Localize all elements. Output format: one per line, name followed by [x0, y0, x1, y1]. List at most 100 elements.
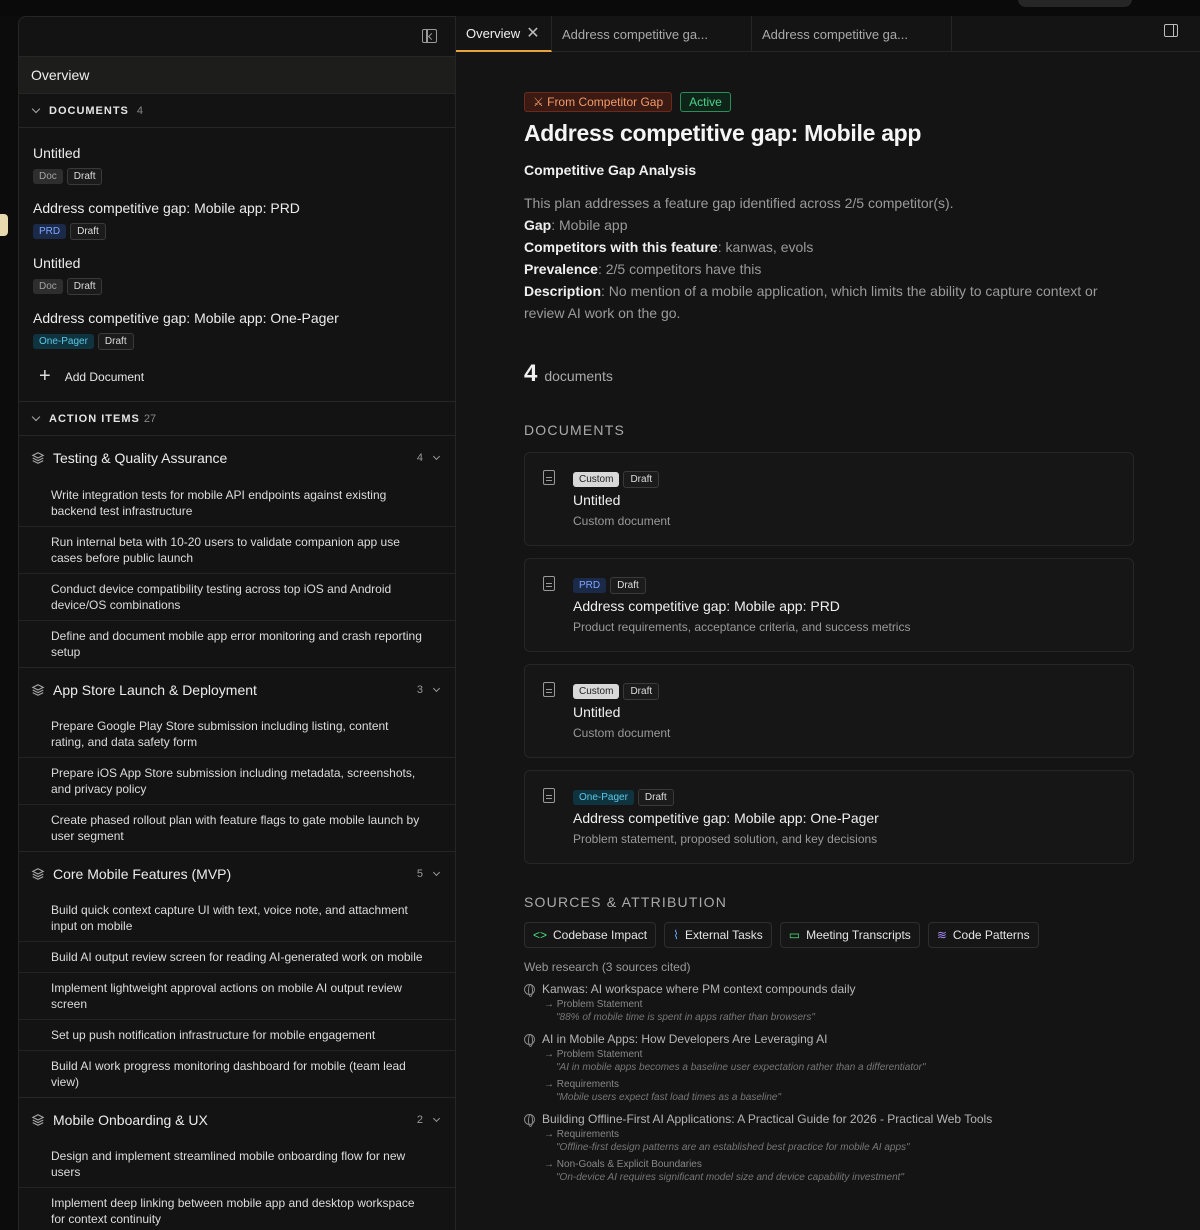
source-section: → Requirements	[544, 1129, 620, 1140]
source-section: → Problem Statement	[544, 999, 643, 1010]
task-item[interactable]: Conduct device compatibility testing acr…	[19, 574, 455, 621]
documents-count: 4	[136, 104, 144, 117]
source-link[interactable]: AI in Mobile Apps: How Developers Are Le…	[524, 1032, 1134, 1047]
task-item[interactable]: Build quick context capture UI with text…	[19, 895, 455, 942]
plus-icon: +	[39, 365, 51, 387]
task-item[interactable]: Write integration tests for mobile API e…	[19, 480, 455, 527]
group-count: 4	[416, 452, 423, 464]
task-item[interactable]: Prepare iOS App Store submission includi…	[19, 758, 455, 805]
tab-document[interactable]: Address competitive ga...	[752, 16, 952, 52]
group-count: 2	[416, 1113, 423, 1126]
group-title: Testing & Quality Assurance	[53, 450, 228, 466]
intro-text: This plan addresses a feature gap identi…	[524, 195, 954, 211]
group-title: Core Mobile Features (MVP)	[53, 865, 232, 882]
action-groups: Testing & Quality Assurance 4 Write inte…	[19, 436, 455, 1230]
close-icon[interactable]: ✕	[526, 23, 539, 43]
crossed-swords-icon: ⚔	[533, 95, 544, 109]
source-section: → Problem Statement	[544, 1049, 643, 1060]
code-patterns-button[interactable]: ≋ Code Patterns	[927, 922, 1039, 948]
document-card[interactable]: PRD Draft Address competitive gap: Mobile…	[524, 558, 1134, 652]
task-item[interactable]: Define and document mobile app error mon…	[19, 621, 455, 667]
meeting-transcripts-button[interactable]: ▭ Meeting Transcripts	[779, 922, 920, 948]
edge-handle[interactable]	[0, 214, 8, 236]
overview-content: ⚔ From Competitor Gap Active Address com…	[524, 92, 1134, 1184]
group-header[interactable]: Mobile Onboarding & UX 2	[19, 1097, 455, 1141]
description-block: This plan addresses a feature gap identi…	[524, 192, 1134, 324]
document-card[interactable]: One-Pager Draft Address competitive gap: …	[524, 770, 1134, 864]
code-icon: <>	[533, 928, 548, 942]
chevron-down-icon[interactable]	[432, 452, 441, 461]
source-section-label: Requirements	[556, 1079, 620, 1090]
source-badge-label: From Competitor Gap	[547, 95, 664, 109]
source-buttons: <> Codebase Impact ⌇ External Tasks ▭ Meeti…	[524, 922, 1134, 948]
main-panel: Overview ✕ Address competitive ga... Add…	[456, 16, 1200, 1230]
tab-label: Address competitive ga...	[562, 26, 708, 42]
document-item[interactable]: Address competitive gap: Mobile app: PRD…	[19, 187, 455, 242]
document-icon	[543, 682, 555, 697]
doc-type-badge: One-Pager	[573, 790, 634, 805]
task-item[interactable]: Design and implement streamlined mobile …	[19, 1141, 455, 1188]
task-item[interactable]: Build AI work progress monitoring dashbo…	[19, 1051, 455, 1097]
external-tasks-button[interactable]: ⌇ External Tasks	[664, 922, 772, 948]
add-document-button[interactable]: + Add Document	[19, 352, 455, 402]
group-header[interactable]: App Store Launch & Deployment 3	[19, 667, 455, 711]
task-item[interactable]: Implement deep linking between mobile ap…	[19, 1188, 455, 1230]
source-section: → Requirements	[544, 1079, 620, 1090]
task-item[interactable]: Build AI output review screen for readin…	[19, 942, 455, 973]
source-link[interactable]: Kanwas: AI workspace where PM context co…	[524, 982, 1134, 997]
globe-icon	[524, 983, 535, 997]
task-item[interactable]: Set up push notification infrastructure …	[19, 1020, 455, 1051]
section-subtitle: Competitive Gap Analysis	[524, 162, 697, 178]
doc-type-badge: Custom	[573, 472, 620, 487]
task-item[interactable]: Prepare Google Play Store submission inc…	[19, 711, 455, 758]
layers-icon	[31, 452, 45, 464]
doc-count-number: 4	[524, 360, 538, 387]
status-badge: Draft	[70, 223, 106, 240]
action-items-section-header[interactable]: ACTION ITEMS 27	[19, 402, 455, 436]
task-item[interactable]: Run internal beta with 10-20 users to va…	[19, 527, 455, 574]
collapse-sidebar-icon[interactable]	[422, 29, 437, 43]
document-card[interactable]: Custom Draft Untitled Custom document	[524, 664, 1134, 758]
web-research-label: Web research (3 sources cited)	[524, 960, 691, 974]
source-entry: Building Offline-First AI Applications: …	[524, 1112, 1134, 1184]
button-label: External Tasks	[684, 928, 763, 942]
source-entry: Kanwas: AI workspace where PM context co…	[524, 982, 1134, 1024]
add-document-label: Add Document	[64, 369, 145, 384]
group-header[interactable]: Core Mobile Features (MVP) 5	[19, 851, 455, 895]
source-title: AI in Mobile Apps: How Developers Are Le…	[542, 1032, 828, 1046]
documents-section-header[interactable]: DOCUMENTS 4	[19, 94, 455, 128]
group-count: 3	[416, 683, 423, 696]
status-badge: Draft	[637, 789, 674, 806]
document-item[interactable]: Address competitive gap: Mobile app: One…	[19, 297, 455, 352]
source-section-label: Non-Goals & Explicit Boundaries	[556, 1159, 702, 1170]
source-link[interactable]: Building Offline-First AI Applications: …	[524, 1112, 1134, 1127]
chevron-down-icon[interactable]	[432, 684, 441, 693]
tab-document[interactable]: Address competitive ga...	[552, 16, 752, 52]
chat-icon: ▭	[788, 928, 801, 942]
codebase-impact-button[interactable]: <> Codebase Impact	[524, 922, 657, 948]
document-item[interactable]: Untitled Doc Draft	[19, 132, 455, 187]
task-item[interactable]: Implement lightweight approval actions o…	[19, 973, 455, 1020]
document-card[interactable]: Custom Draft Untitled Custom document	[524, 452, 1134, 546]
task-item[interactable]: Create phased rollout plan with feature …	[19, 805, 455, 851]
status-badge: Active	[680, 92, 731, 112]
documents-header-label: DOCUMENTS	[49, 104, 129, 117]
group-header[interactable]: Testing & Quality Assurance 4	[19, 436, 455, 480]
action-items-count: 27	[143, 412, 157, 425]
button-label: Codebase Impact	[553, 928, 648, 942]
document-item[interactable]: Untitled Doc Draft	[19, 242, 455, 297]
layers-icon	[31, 1113, 45, 1126]
doc-type-badge: PRD	[33, 224, 67, 239]
status-badge: Draft	[610, 577, 646, 594]
chevron-down-icon[interactable]	[432, 868, 441, 877]
status-badge: Draft	[97, 333, 134, 350]
source-entry: AI in Mobile Apps: How Developers Are Le…	[524, 1032, 1134, 1104]
source-title: Building Offline-First AI Applications: …	[542, 1112, 993, 1126]
layers-icon: ≋	[936, 928, 947, 942]
sidebar-item-overview[interactable]: Overview	[19, 56, 455, 94]
documents-title: DOCUMENTS	[524, 422, 626, 438]
toggle-panel-icon[interactable]	[1164, 24, 1178, 37]
tab-overview[interactable]: Overview ✕	[456, 16, 552, 52]
document-title: Untitled	[33, 255, 81, 271]
chevron-down-icon[interactable]	[432, 1114, 441, 1123]
